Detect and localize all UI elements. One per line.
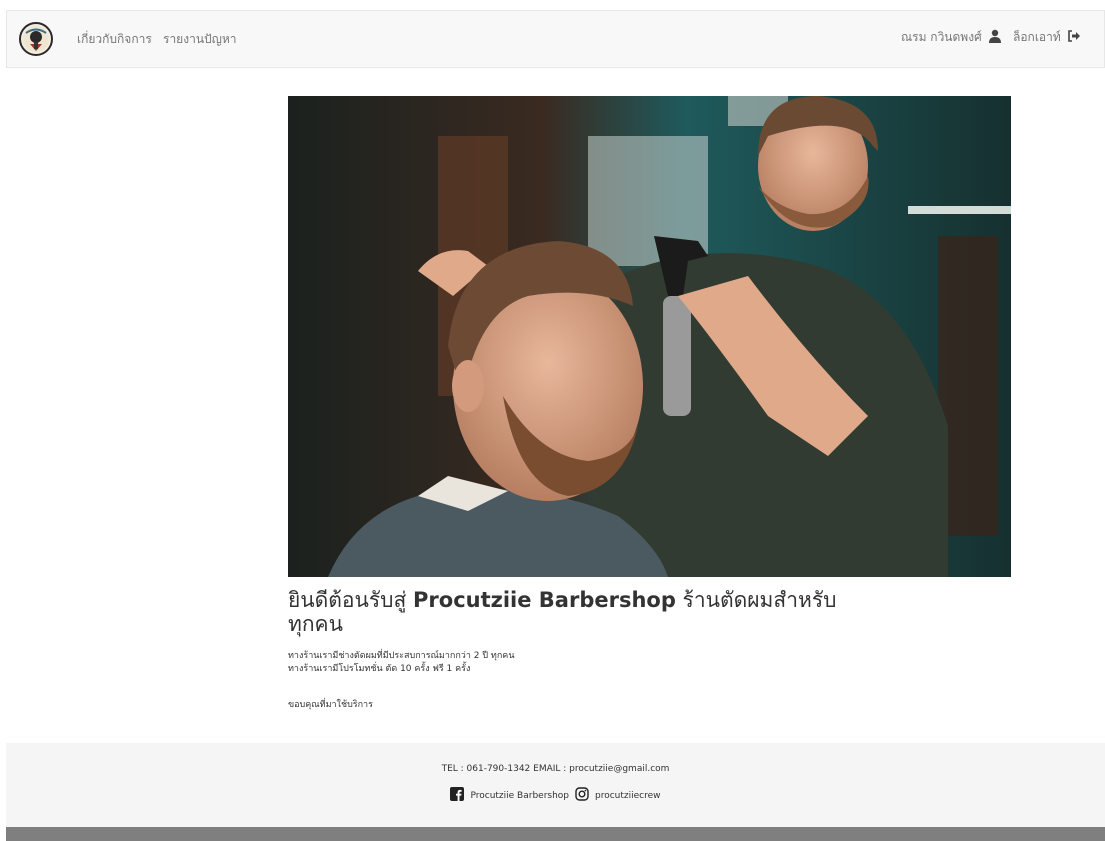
logout-icon	[1067, 29, 1081, 46]
contact-info: TEL : 061-790-1342 EMAIL : procutziie@gm…	[441, 764, 670, 774]
bottom-bar	[6, 827, 1105, 841]
nav-link-about[interactable]: เกี่ยวกับกิจการ	[77, 30, 152, 49]
promotion-text: ทางร้านเรามีโปรโมทชั่น ตัด 10 ครั้ง ฟรี …	[288, 664, 471, 674]
instagram-icon[interactable]	[575, 787, 589, 804]
navbar: เกี่ยวกับกิจการ รายงานปัญหา ณรม กวินดพงศ…	[6, 10, 1105, 68]
instagram-link[interactable]: procutziiecrew	[595, 791, 661, 801]
social-links: Procutziie Barbershop procutziiecrew	[6, 787, 1105, 804]
welcome-title: ยินดีต้อนรับสู่ Procutziie Barbershop ร้…	[288, 588, 848, 636]
barber-photo	[288, 96, 1011, 577]
user-name: ณรม กวินดพงศ์	[901, 30, 982, 44]
logout-label: ล็อกเอาท์	[1013, 30, 1061, 44]
brand-name: Procutziie Barbershop	[413, 588, 676, 612]
nav-link-report-problem[interactable]: รายงานปัญหา	[163, 30, 237, 49]
facebook-link[interactable]: Procutziie Barbershop	[470, 791, 569, 801]
logout-button[interactable]: ล็อกเอาท์	[1013, 28, 1081, 47]
footer: TEL : 061-790-1342 EMAIL : procutziie@gm…	[6, 743, 1105, 827]
experience-text: ทางร้านเรามีช่างตัดผมที่มีประสบการณ์มากก…	[288, 651, 515, 661]
thanks-text: ขอบคุณที่มาใช้บริการ	[288, 700, 373, 710]
barbershop-logo-icon[interactable]	[19, 22, 53, 56]
user-menu[interactable]: ณรม กวินดพงศ์	[901, 28, 1002, 47]
welcome-title-prefix: ยินดีต้อนรับสู่	[288, 588, 414, 612]
facebook-icon[interactable]	[450, 787, 465, 804]
user-icon	[988, 29, 1002, 46]
